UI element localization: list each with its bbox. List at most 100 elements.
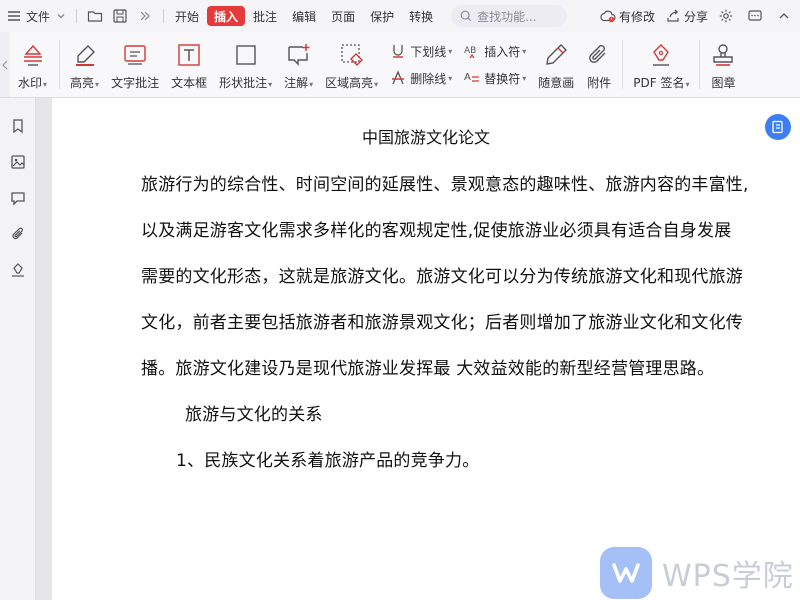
gear-icon (719, 9, 733, 23)
document-gutter (36, 98, 52, 600)
ribbon-scroll-left-button[interactable] (0, 32, 10, 97)
watermark-label: 水印 (18, 76, 43, 90)
tab-start[interactable]: 开始 (168, 6, 206, 26)
sign-pen-icon (12, 263, 24, 277)
image-icon (11, 155, 25, 169)
tab-convert[interactable]: 转换 (402, 6, 440, 26)
highlight-button[interactable]: 高亮▾ (64, 32, 105, 97)
folder-icon (87, 11, 103, 22)
ribbon-toolbar: 水印▾ 高亮▾ 文字批注 文本框 形状批注▾ 注解▾ 区域高亮▾ 下划线 ▾ 删除… (0, 32, 800, 98)
area-highlight-button[interactable]: 区域高亮▾ (319, 32, 384, 97)
menu-bar: 文件 开始 插入 批注 编辑 页面 保护 转换 查找功能... 有修改 分享 (0, 0, 800, 32)
share-button[interactable]: 分享 (660, 0, 713, 32)
freehand-label: 随意画 (538, 76, 575, 90)
replace-char-button[interactable]: A 替换符 ▾ (464, 70, 526, 87)
shape-comment-button[interactable]: 形状批注▾ (213, 32, 278, 97)
paragraph-line: 需要的文化形态，这就是旅游文化。旅游文化可以分为传统旅游文化和现代旅游 (141, 267, 743, 287)
pdf-sign-button[interactable]: PDF 签名▾ (627, 32, 695, 97)
chevron-up-icon (779, 13, 789, 19)
page-tools-float-button[interactable] (765, 114, 791, 140)
signature-panel-button[interactable] (0, 252, 36, 288)
tab-protect[interactable]: 保护 (363, 6, 401, 26)
underline-label: 下划线 (410, 44, 447, 59)
stamp-icon (713, 44, 734, 66)
search-input[interactable]: 查找功能... (451, 5, 568, 27)
caret-down-icon: ▾ (522, 73, 527, 83)
paperclip-icon (589, 45, 606, 63)
search-icon (460, 10, 472, 22)
watermark-icon (23, 44, 42, 66)
text-comment-icon (124, 45, 146, 65)
underline-icon (393, 45, 404, 58)
svg-text:AB: AB (464, 46, 476, 56)
comments-panel-button[interactable] (0, 180, 36, 216)
divider (163, 9, 165, 23)
underline-button[interactable]: 下划线 ▾ (390, 43, 452, 60)
attachment-button[interactable]: 附件 (580, 32, 618, 97)
paragraph-line: 播。旅游文化建设乃是现代旅游业发挥最 大效益效能的新型经营管理思路。 (141, 359, 715, 379)
right-toolbar: 有修改 分享 (595, 0, 800, 32)
text-comment-label: 文字批注 (111, 76, 160, 90)
caret-down-icon: ▾ (685, 80, 690, 89)
divider (76, 9, 78, 23)
attachment-label: 附件 (587, 76, 612, 90)
insert-replace-group: AB 插入符 ▾ A 替换符 ▾ (458, 32, 532, 97)
share-label: 分享 (683, 9, 708, 24)
open-folder-button[interactable] (81, 0, 109, 32)
attachments-panel-button[interactable] (0, 216, 36, 252)
settings-button[interactable] (713, 0, 742, 32)
section-heading: 旅游与文化的关系 (185, 405, 323, 425)
paragraph-line: 以及满足游客文化需求多样化的客观规定性,促使旅游业必须具有适合自身发展 (141, 221, 732, 241)
thumbnail-panel-button[interactable] (0, 144, 36, 180)
save-button[interactable] (109, 0, 131, 32)
caret-down-icon: ▾ (374, 80, 379, 89)
strikethrough-button[interactable]: 删除线 ▾ (390, 70, 452, 87)
wps-w-icon (612, 563, 640, 583)
tab-page[interactable]: 页面 (324, 6, 362, 26)
comment-icon (11, 192, 25, 206)
insert-char-button[interactable]: AB 插入符 ▾ (464, 43, 526, 60)
annotation-icon (287, 44, 310, 66)
bookmark-panel-button[interactable] (0, 108, 36, 144)
textbox-label: 文本框 (171, 76, 208, 90)
bookmark-icon (13, 119, 23, 134)
caret-down-icon: ▾ (43, 80, 48, 89)
double-chevron-right-icon (140, 11, 150, 21)
pdf-sign-label: PDF 签名 (633, 76, 685, 90)
tab-insert[interactable]: 插入 (207, 6, 246, 26)
doc-tools-icon (772, 120, 783, 134)
file-menu[interactable]: 文件 (0, 0, 72, 32)
textbox-icon (178, 44, 200, 66)
highlighter-icon (75, 45, 95, 66)
wps-logo-icon (600, 547, 652, 599)
underline-strike-group: 下划线 ▾ 删除线 ▾ (384, 32, 458, 97)
caret-down-icon: ▾ (522, 46, 527, 56)
more-quick-access-button[interactable] (131, 0, 159, 32)
insert-char-icon: AB (464, 46, 477, 59)
text-comment-button[interactable]: 文字批注 (105, 32, 165, 97)
strikethrough-icon (392, 70, 405, 85)
caret-down-icon: ▾ (448, 46, 453, 56)
freehand-button[interactable]: 随意画 (532, 32, 580, 97)
tab-edit[interactable]: 编辑 (285, 6, 323, 26)
annotation-label: 注解 (284, 76, 309, 90)
document-page[interactable]: 中国旅游文化论文 旅游行为的综合性、时间空间的延展性、景观意态的趣味性、旅游内容… (52, 98, 800, 600)
modified-status-button[interactable]: 有修改 (595, 0, 660, 32)
save-icon (113, 9, 127, 23)
shape-icon (235, 45, 256, 65)
caret-down-icon: ▾ (309, 80, 314, 89)
paragraph-line: 旅游行为的综合性、时间空间的延展性、景观意态的趣味性、旅游内容的丰富性, (141, 175, 749, 195)
tab-comment[interactable]: 批注 (246, 6, 284, 26)
annotation-button[interactable]: 注解▾ (278, 32, 319, 97)
pencil-icon (546, 44, 568, 65)
message-button[interactable] (742, 0, 771, 32)
textbox-button[interactable]: 文本框 (165, 32, 213, 97)
collapse-ribbon-button[interactable] (771, 0, 800, 32)
divider (622, 40, 624, 89)
watermark-button[interactable]: 水印▾ (10, 32, 55, 97)
search-placeholder: 查找功能... (477, 9, 537, 24)
file-menu-label: 文件 (26, 9, 51, 24)
stamp-button[interactable]: 图章 (704, 32, 742, 97)
sign-pen-icon (653, 44, 670, 66)
cloud-sync-icon (600, 10, 616, 23)
